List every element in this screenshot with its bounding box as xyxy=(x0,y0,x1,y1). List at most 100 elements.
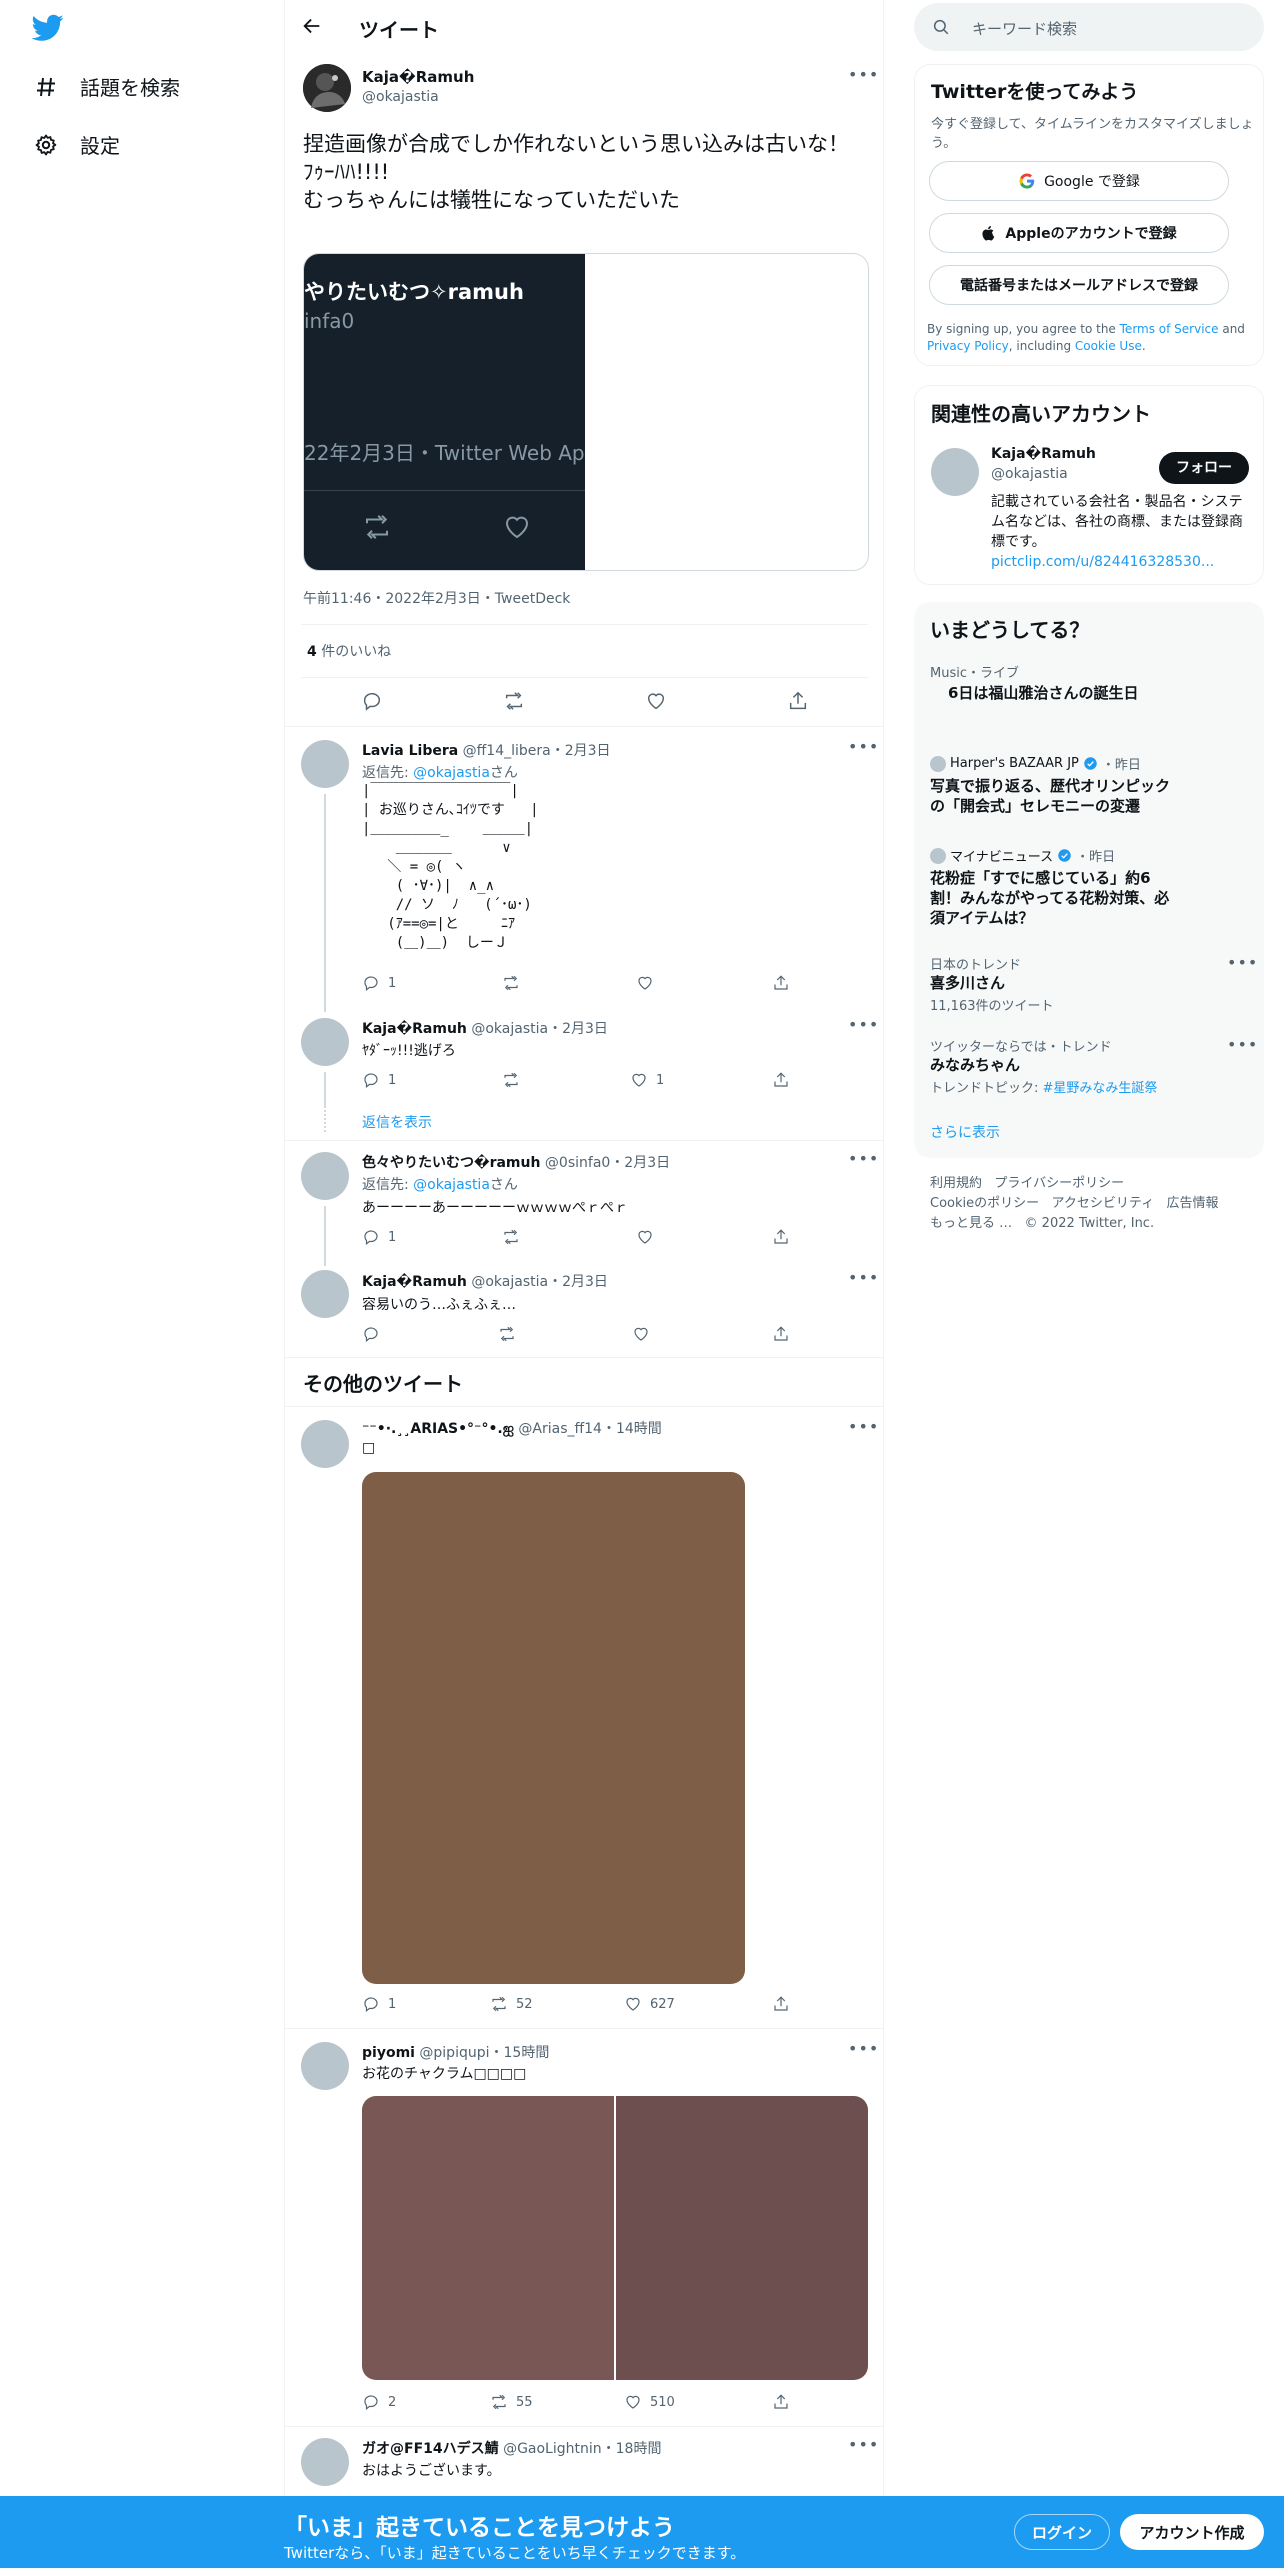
author-handle[interactable]: @GaoLightnin xyxy=(503,2441,602,2457)
author-name[interactable]: ⁻⁻•·.¸¸ARIAS•°⁻°•.ஐ xyxy=(362,1421,514,1437)
reply-action[interactable] xyxy=(362,1325,388,1343)
trend-title[interactable]: みなみちゃん xyxy=(930,1054,1020,1075)
avatar[interactable] xyxy=(301,1270,349,1318)
avatar[interactable] xyxy=(301,740,349,788)
cookie-link[interactable]: Cookie Use xyxy=(1075,339,1142,353)
google-signup-button[interactable]: Google で登録 xyxy=(929,161,1229,201)
share-action[interactable] xyxy=(772,1995,790,2013)
retweet-action[interactable] xyxy=(502,1228,528,1246)
heart-icon[interactable] xyxy=(645,690,667,712)
tweet-image-left[interactable] xyxy=(362,2096,614,2380)
author-name[interactable]: piyomi xyxy=(362,2045,415,2061)
avatar[interactable] xyxy=(301,1152,349,1200)
author-name[interactable]: 色々やりたいむつ�ramuh xyxy=(362,1155,540,1171)
retweet-action[interactable] xyxy=(502,1071,528,1089)
more-icon[interactable]: ••• xyxy=(848,1419,878,1442)
reply-icon[interactable] xyxy=(361,690,383,712)
tos-link[interactable]: Terms of Service xyxy=(1120,322,1219,336)
like-action[interactable] xyxy=(632,1325,658,1343)
nav-settings[interactable]: 設定 xyxy=(34,130,120,159)
author-name[interactable]: Kaja�Ramuh xyxy=(362,1274,467,1290)
retweet-action[interactable] xyxy=(498,1325,524,1343)
privacy-link[interactable]: Privacy Policy xyxy=(927,339,1009,353)
author-name[interactable]: Kaja�Ramuh xyxy=(362,68,474,86)
trend-title[interactable]: 写真で振り返る、歴代オリンピックの「開会式」セレモニーの変遷 xyxy=(930,776,1170,816)
like-action[interactable]: 627 xyxy=(624,1995,675,2013)
apple-signup-button[interactable]: Appleのアカウントで登録 xyxy=(929,213,1229,253)
tweet-date[interactable]: ・18時間 xyxy=(602,2441,662,2457)
nav-explore[interactable]: 話題を検索 xyxy=(34,72,180,101)
share-action[interactable] xyxy=(772,974,790,992)
more-icon[interactable]: ••• xyxy=(848,1270,878,1293)
retweet-action[interactable]: 55 xyxy=(490,2393,533,2411)
author-name[interactable]: Kaja�Ramuh xyxy=(362,1021,467,1037)
avatar[interactable] xyxy=(301,2438,349,2486)
reply-action[interactable]: 1 xyxy=(362,1995,396,2013)
author-name[interactable]: ガオ@FF14ハデス鯖 xyxy=(362,2441,499,2457)
twitter-logo-icon[interactable] xyxy=(32,14,64,42)
footer-link[interactable]: プライバシーポリシー xyxy=(994,1176,1124,1191)
author-handle[interactable]: @Arias_ff14 xyxy=(518,1421,602,1437)
tweet-date[interactable]: ・15時間 xyxy=(490,2045,550,2061)
reply-action[interactable]: 1 xyxy=(362,1071,396,1089)
tweet-media-grid[interactable] xyxy=(362,2096,868,2380)
reply-action[interactable]: 1 xyxy=(362,1228,396,1246)
back-arrow-icon[interactable] xyxy=(301,15,323,37)
tweet-image[interactable] xyxy=(362,1472,745,1984)
author-handle[interactable]: @ff14_libera xyxy=(463,743,551,759)
search-box[interactable]: キーワード検索 xyxy=(914,3,1264,51)
like-action[interactable]: 510 xyxy=(624,2393,675,2411)
reply-date[interactable]: ・2月3日 xyxy=(548,1021,608,1037)
more-icon[interactable]: ••• xyxy=(848,1151,878,1174)
more-icon[interactable]: ••• xyxy=(1227,955,1257,978)
more-icon[interactable]: ••• xyxy=(848,2041,878,2064)
like-action[interactable] xyxy=(636,1228,662,1246)
phone-signup-button[interactable]: 電話番号またはメールアドレスで登録 xyxy=(929,265,1229,305)
retweet-action[interactable]: 52 xyxy=(490,1995,533,2013)
reply-date[interactable]: ・2月3日 xyxy=(610,1155,670,1171)
follow-button[interactable]: フォロー xyxy=(1159,452,1249,484)
more-icon[interactable]: ••• xyxy=(848,739,878,762)
trend-title[interactable]: 6日は福山雅治さんの誕生日 xyxy=(948,682,1138,703)
show-more-link[interactable]: さらに表示 xyxy=(930,1122,1000,1142)
share-action[interactable] xyxy=(772,2393,790,2411)
footer-link[interactable]: アクセシビリティ xyxy=(1052,1196,1155,1211)
author-handle[interactable]: @okajastia xyxy=(362,89,439,105)
author-handle[interactable]: @0sinfa0 xyxy=(545,1155,610,1171)
reply-date[interactable]: ・2月3日 xyxy=(548,1274,608,1290)
like-action[interactable]: 1 xyxy=(630,1071,664,1089)
footer-link[interactable]: Cookieのポリシー xyxy=(930,1196,1039,1211)
search-input[interactable]: キーワード検索 xyxy=(972,18,1077,39)
author-handle[interactable]: @okajastia xyxy=(991,466,1068,482)
show-replies-link[interactable]: 返信を表示 xyxy=(362,1112,432,1132)
footer-link[interactable]: 利用規約 xyxy=(930,1176,982,1191)
author-handle[interactable]: @pipiqupi xyxy=(419,2045,489,2061)
retweet-action[interactable] xyxy=(502,974,528,992)
trend-title[interactable]: 喜多川さん xyxy=(930,972,1005,993)
author-name[interactable]: Kaja�Ramuh xyxy=(991,446,1096,462)
avatar[interactable] xyxy=(301,1420,349,1468)
footer-link[interactable]: もっと見る … xyxy=(930,1216,1012,1231)
trend-topic-link[interactable]: #星野みなみ生誕祭 xyxy=(1043,1081,1158,1096)
reply-action[interactable]: 2 xyxy=(362,2393,396,2411)
login-button[interactable]: ログイン xyxy=(1014,2514,1110,2550)
avatar[interactable] xyxy=(301,2042,349,2090)
reply-action[interactable]: 1 xyxy=(362,974,396,992)
likes-stat[interactable]: 4 件のいいね xyxy=(307,641,391,661)
share-action[interactable] xyxy=(772,1228,790,1246)
tweet-image-right[interactable] xyxy=(616,2096,868,2380)
tweet-date[interactable]: ・14時間 xyxy=(602,1421,662,1437)
more-icon[interactable]: ••• xyxy=(848,1017,878,1040)
signup-button[interactable]: アカウント作成 xyxy=(1120,2514,1264,2550)
retweet-icon[interactable] xyxy=(503,690,525,712)
share-action[interactable] xyxy=(772,1071,790,1089)
bio-link[interactable]: pictclip.com/u/824416328530... xyxy=(991,554,1214,570)
tweet-timestamp[interactable]: 午前11:46・2022年2月3日・TweetDeck xyxy=(303,588,570,608)
footer-link[interactable]: 広告情報 xyxy=(1167,1196,1219,1211)
avatar[interactable] xyxy=(303,64,351,112)
reply-to-handle[interactable]: @okajastia xyxy=(413,1177,490,1193)
author-handle[interactable]: @okajastia xyxy=(471,1274,548,1290)
reply-to-handle[interactable]: @okajastia xyxy=(413,765,490,781)
share-icon[interactable] xyxy=(787,690,809,712)
reply-date[interactable]: ・2月3日 xyxy=(551,743,611,759)
